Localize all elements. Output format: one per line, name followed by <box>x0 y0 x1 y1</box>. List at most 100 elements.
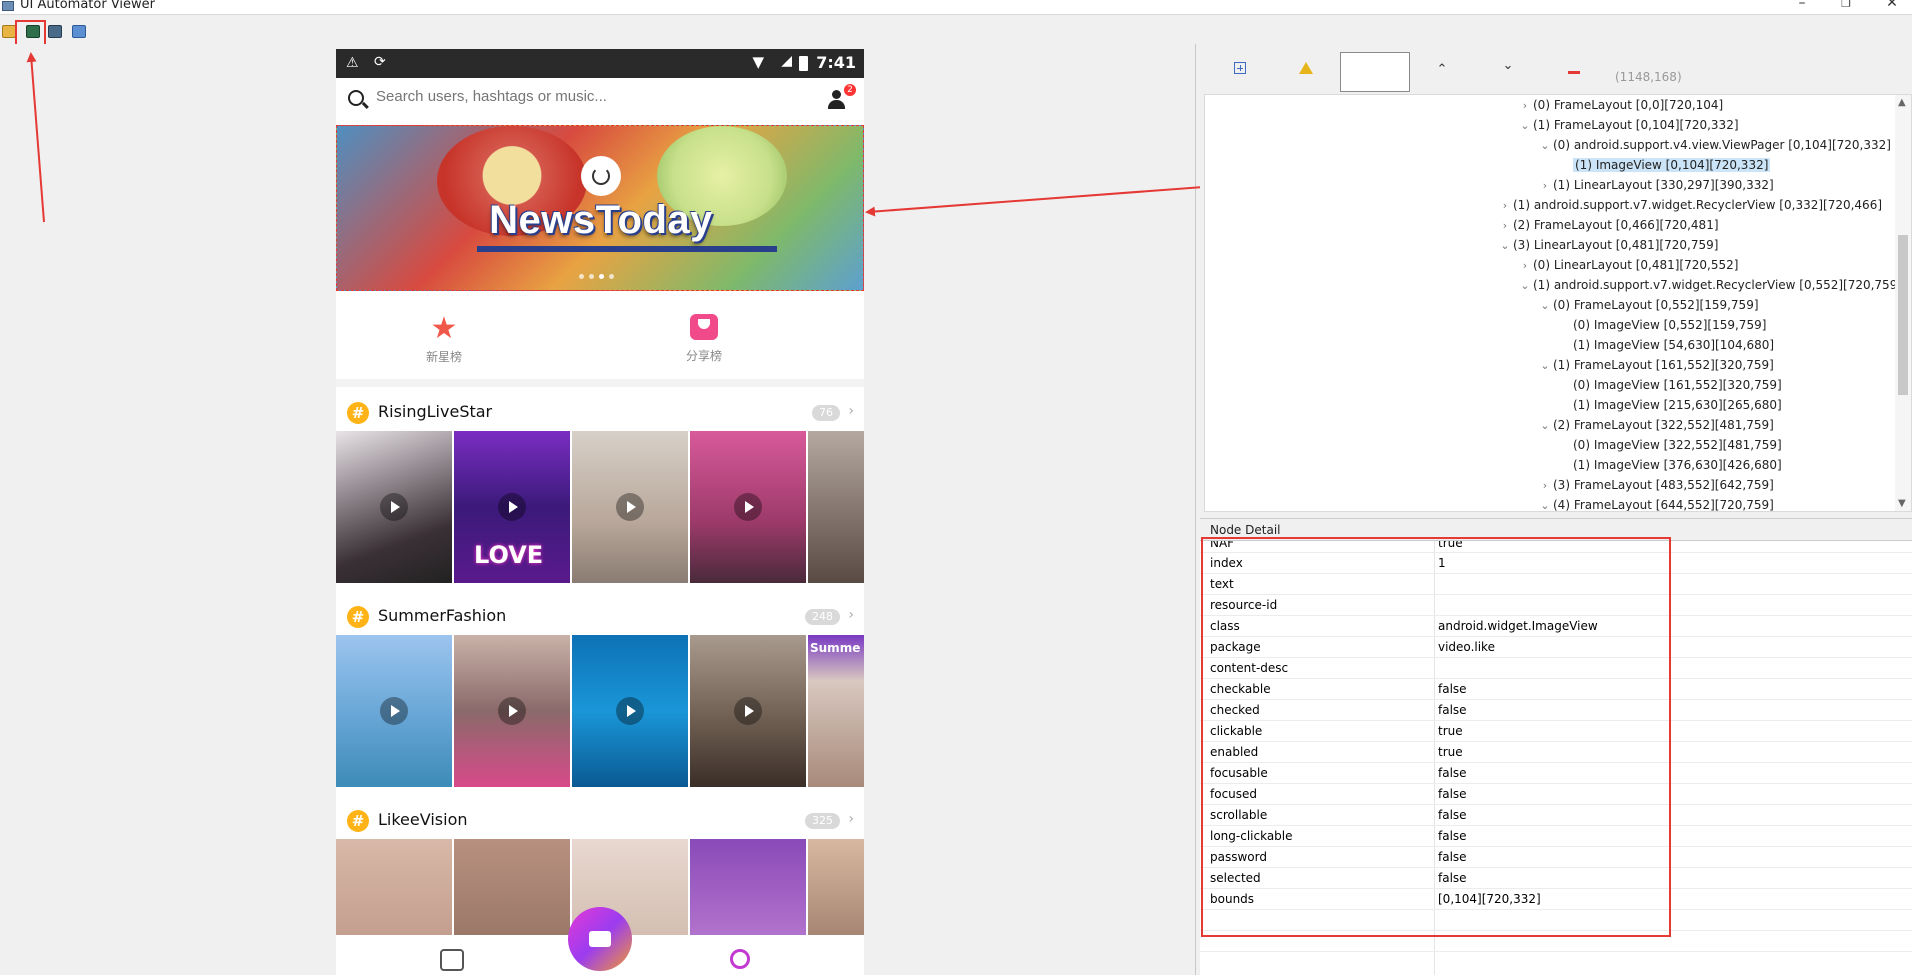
search-icon <box>348 90 364 106</box>
tree-chevron[interactable]: ⌄ <box>1537 416 1553 436</box>
tree-node[interactable]: ⌄ (1) FrameLayout [0,104][720,332] <box>1517 115 1738 136</box>
tree-chevron[interactable]: ⌄ <box>1517 276 1533 296</box>
section-header[interactable]: # SummerFashion 248 › <box>336 599 864 635</box>
add-user-head <box>832 90 841 99</box>
share-rank[interactable]: 分享榜 <box>654 314 754 364</box>
tree-node[interactable]: › (0) FrameLayout [0,0][720,104] <box>1517 95 1723 115</box>
expand-all-button[interactable] <box>1230 60 1250 78</box>
restore-icon[interactable]: ❐ <box>1836 0 1856 10</box>
dump2-glyph <box>48 24 62 38</box>
section-title: RisingLiveStar <box>378 402 493 421</box>
filter-input[interactable] <box>1340 52 1410 92</box>
tree-chevron[interactable]: ⌄ <box>1517 116 1533 136</box>
video-thumbnail[interactable] <box>336 635 452 787</box>
star-icon: ★ <box>430 311 458 346</box>
video-thumbnail[interactable]: Summe <box>808 635 864 787</box>
hierarchy-tree[interactable]: › (0) FrameLayout [0,0][720,104] ⌄ (1) Fra… <box>1204 94 1912 512</box>
pager-dot <box>589 274 594 279</box>
video-thumbnail[interactable] <box>336 431 452 583</box>
tree-chevron[interactable]: ⌄ <box>1537 296 1553 316</box>
tree-node[interactable]: (1) ImageView [54,630][104,680] <box>1557 335 1774 355</box>
video-thumbnail[interactable] <box>572 635 688 787</box>
section-header[interactable]: # RisingLiveStar 76 › <box>336 395 864 431</box>
video-thumbnail[interactable] <box>690 431 806 583</box>
tree-node-label: (0) ImageView [322,552][481,759] <box>1573 438 1782 452</box>
video-thumbnail[interactable] <box>690 635 806 787</box>
nafnodes-toggle-button[interactable] <box>1296 60 1316 78</box>
battery-icon <box>799 56 808 71</box>
tree-node[interactable]: (0) ImageView [322,552][481,759] <box>1557 435 1782 455</box>
play-icon <box>734 697 762 725</box>
chevron-right-icon: › <box>848 811 854 827</box>
video-thumbnail[interactable] <box>454 635 570 787</box>
next-button[interactable]: ⌄ <box>1498 56 1518 74</box>
tree-node-label: (1) android.support.v7.widget.RecyclerVi… <box>1513 198 1883 212</box>
tree-node[interactable]: ⌄ (2) FrameLayout [322,552][481,759] <box>1537 415 1774 436</box>
tree-node[interactable]: ⌄ (4) FrameLayout [644,552][720,759] <box>1537 495 1773 511</box>
play-icon <box>380 697 408 725</box>
banner-image[interactable]: NewsToday <box>336 125 864 291</box>
tree-node[interactable]: ⌄ (0) FrameLayout [0,552][159,759] <box>1537 295 1758 316</box>
close-icon[interactable]: ✕ <box>1882 0 1902 11</box>
tree-node[interactable]: › (1) android.support.v7.widget.RecyclerV… <box>1497 195 1882 215</box>
tree-scrollbar[interactable]: ▲ ▼ <box>1895 95 1911 511</box>
minus-icon <box>1568 70 1580 74</box>
tree-node[interactable]: (1) ImageView [215,630][265,680] <box>1557 395 1782 415</box>
tree-node-label: (1) android.support.v7.widget.RecyclerVi… <box>1533 278 1903 292</box>
video-row: Summe <box>336 635 864 787</box>
tree-node[interactable]: (1) ImageView [376,630][426,680] <box>1557 455 1782 475</box>
search-bar[interactable]: 2 <box>336 78 864 122</box>
save-icon[interactable] <box>70 22 88 40</box>
tree-node[interactable]: ⌄ (0) android.support.v4.view.ViewPager [… <box>1537 135 1891 155</box>
hashtag-section: # SummerFashion 248 › Summe <box>336 599 864 787</box>
tree-chevron[interactable]: › <box>1537 176 1553 196</box>
home-icon[interactable] <box>440 949 464 971</box>
video-caption: Summe <box>810 641 861 655</box>
tree-node[interactable]: › (0) LinearLayout [0,481][720,552] <box>1517 255 1739 276</box>
record-button[interactable] <box>568 907 632 971</box>
tree-node-selected[interactable]: (1) ImageView [0,104][720,332] <box>1557 155 1771 175</box>
pager-dot-active <box>599 274 604 279</box>
discover-icon[interactable] <box>730 949 750 969</box>
tree-node[interactable]: › (2) FrameLayout [0,466][720,481] <box>1497 215 1719 235</box>
previous-button[interactable]: ⌃ <box>1432 60 1452 78</box>
section-title: LikeeVision <box>378 810 468 829</box>
tree-node-label: (1) LinearLayout [330,297][390,332] <box>1553 178 1774 192</box>
tree-node[interactable]: ⌄ (3) LinearLayout [0,481][720,759] <box>1497 235 1718 255</box>
video-thumbnail[interactable]: LOVE <box>454 431 570 583</box>
tree-node[interactable]: ⌄ (1) FrameLayout [161,552][320,759] <box>1537 355 1774 376</box>
warning-icon: ⚠ <box>346 55 359 71</box>
minimize-icon[interactable]: – <box>1792 0 1812 11</box>
video-thumbnail[interactable] <box>808 431 864 583</box>
new-star-rank[interactable]: ★ 新星榜 <box>394 314 494 365</box>
tree-node-label: (1) FrameLayout [161,552][320,759] <box>1553 358 1774 372</box>
clear-button[interactable] <box>1564 60 1584 78</box>
tree-node-label: (2) FrameLayout [322,552][481,759] <box>1553 418 1774 432</box>
tree-chevron[interactable]: › <box>1537 476 1553 496</box>
tree-node[interactable]: › (1) LinearLayout [330,297][390,332] <box>1537 175 1774 195</box>
tree-chevron[interactable]: ⌄ <box>1497 236 1513 256</box>
tree-chevron[interactable]: ⌄ <box>1537 136 1553 156</box>
video-caption: LOVE <box>474 541 544 569</box>
scroll-down-icon[interactable]: ▼ <box>1898 498 1906 509</box>
tree-chevron[interactable]: ⌄ <box>1537 356 1553 376</box>
scrollbar-thumb[interactable] <box>1898 235 1908 395</box>
wifi-icon: ▼ <box>752 53 764 71</box>
section-count: 76 <box>812 405 840 421</box>
tree-node[interactable]: (0) ImageView [0,552][159,759] <box>1557 315 1766 335</box>
tree-node[interactable]: › (3) FrameLayout [483,552][642,759] <box>1537 475 1774 495</box>
video-thumbnail[interactable] <box>572 431 688 583</box>
section-header[interactable]: # LikeeVision 325 › <box>336 803 864 839</box>
scroll-up-icon[interactable]: ▲ <box>1898 97 1906 108</box>
tree-chevron[interactable]: ⌄ <box>1537 496 1553 511</box>
tree-node[interactable]: (0) ImageView [161,552][320,759] <box>1557 375 1782 395</box>
tree-chevron[interactable]: › <box>1517 96 1533 116</box>
device-screenshot-compressed-icon[interactable] <box>46 22 64 40</box>
status-time: 7:41 <box>816 53 856 72</box>
device-screenshot[interactable]: ⚠ ⟳ ▼ ◢ 7:41 2 NewsToday ★ 新星榜 <box>336 49 864 975</box>
tree-chevron[interactable]: › <box>1497 196 1513 216</box>
tree-chevron[interactable]: › <box>1497 216 1513 236</box>
search-input[interactable] <box>376 88 776 105</box>
tree-chevron[interactable]: › <box>1517 256 1533 276</box>
tree-node[interactable]: ⌄ (1) android.support.v7.widget.RecyclerV… <box>1517 275 1902 295</box>
